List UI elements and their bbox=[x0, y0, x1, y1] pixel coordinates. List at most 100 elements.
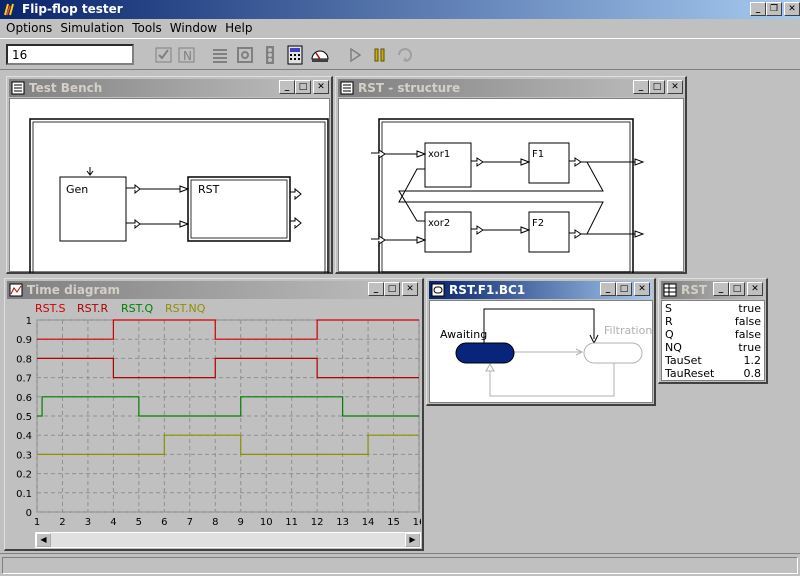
maximize-button[interactable]: □ bbox=[295, 80, 311, 94]
y-tick-label: 0.7 bbox=[16, 374, 32, 385]
minimize-button[interactable]: _ bbox=[279, 80, 295, 94]
time-diagram-title: Time diagram bbox=[27, 283, 121, 297]
param-name: TauSet bbox=[665, 354, 702, 367]
minimize-button[interactable]: _ bbox=[368, 282, 384, 296]
maximize-button[interactable]: □ bbox=[616, 282, 632, 296]
minimize-button[interactable]: _ bbox=[633, 80, 649, 94]
test-bench-window[interactable]: Test Bench _ □ ✕ Gen RST bbox=[6, 76, 333, 280]
menu-options[interactable]: Options bbox=[4, 19, 58, 38]
svg-text:N: N bbox=[183, 49, 192, 63]
xor1-label: xor1 bbox=[428, 149, 450, 160]
time-diagram-window[interactable]: Time diagram _ □ ✕ RST.S RST.R RST.Q RST… bbox=[4, 278, 425, 551]
param-name: NQ bbox=[665, 341, 682, 354]
f1-label: F1 bbox=[532, 149, 544, 160]
test-bench-titlebar[interactable]: Test Bench _ □ ✕ bbox=[9, 79, 329, 97]
y-tick-label: 0.5 bbox=[16, 412, 32, 423]
x-tick-label: 14 bbox=[362, 517, 375, 528]
menubar: Options Simulation Tools Window Help bbox=[0, 19, 800, 38]
close-button[interactable]: ✕ bbox=[634, 282, 650, 296]
table-icon bbox=[663, 283, 677, 297]
menu-simulation[interactable]: Simulation bbox=[58, 19, 130, 38]
rst-structure-canvas: xor1 xor2 F1 F2 bbox=[338, 98, 684, 276]
horizontal-scrollbar[interactable]: ◀ ▶ bbox=[35, 532, 421, 548]
x-tick-label: 10 bbox=[260, 517, 273, 528]
xor2-label: xor2 bbox=[428, 218, 450, 229]
param-value[interactable]: false bbox=[735, 328, 761, 341]
rst-structure-window[interactable]: RST - structure _ □ ✕ xor1 xor2 F1 F2 bbox=[335, 76, 687, 276]
maximize-button[interactable]: □ bbox=[649, 80, 665, 94]
x-tick-label: 2 bbox=[59, 517, 65, 528]
pause-icon[interactable] bbox=[370, 45, 390, 65]
table-row: Rfalse bbox=[665, 315, 761, 328]
x-tick-label: 3 bbox=[85, 517, 91, 528]
close-button[interactable]: ✕ bbox=[402, 282, 418, 296]
y-tick-label: 0.9 bbox=[16, 335, 32, 346]
menu-help[interactable]: Help bbox=[223, 19, 258, 38]
chart-icon bbox=[9, 283, 23, 297]
step-input[interactable] bbox=[6, 44, 134, 65]
param-value[interactable]: 1.2 bbox=[744, 354, 762, 367]
close-button[interactable]: ✕ bbox=[313, 80, 329, 94]
restore-button[interactable]: ❐ bbox=[766, 2, 782, 16]
x-tick-label: 12 bbox=[311, 517, 324, 528]
param-name: R bbox=[665, 315, 673, 328]
state-chart-title: RST.F1.BC1 bbox=[449, 283, 526, 297]
rst-panel-table: Strue Rfalse Qfalse NQ true TauSet 1.2 Tau… bbox=[661, 300, 765, 381]
play-icon[interactable] bbox=[345, 45, 365, 65]
rst-panel-title: RST bbox=[681, 283, 708, 297]
state-filtration[interactable] bbox=[583, 342, 643, 364]
gear-icon[interactable] bbox=[235, 45, 255, 65]
state-awaiting[interactable] bbox=[455, 342, 515, 364]
param-value[interactable]: false bbox=[735, 315, 761, 328]
list-icon[interactable] bbox=[210, 45, 230, 65]
state-awaiting-label: Awaiting bbox=[440, 328, 487, 341]
y-tick-label: 0.6 bbox=[16, 393, 32, 404]
scroll-left-button[interactable]: ◀ bbox=[36, 533, 51, 547]
calculator-icon[interactable] bbox=[285, 45, 305, 65]
rst-structure-diagram: xor1 xor2 F1 F2 bbox=[371, 118, 645, 276]
app-titlebar[interactable]: Flip-flop tester _ ❐ ✕ bbox=[0, 0, 800, 19]
scroll-right-button[interactable]: ▶ bbox=[405, 533, 420, 547]
window-icon bbox=[340, 81, 354, 95]
window-icon bbox=[11, 81, 25, 95]
test-bench-diagram: Gen RST bbox=[29, 118, 329, 280]
menu-window[interactable]: Window bbox=[168, 19, 223, 38]
rst-panel-window[interactable]: RST _ □ ✕ Strue Rfalse Qfalse NQ true Tau… bbox=[658, 278, 768, 384]
x-tick-label: 16 bbox=[413, 517, 421, 528]
step-icon[interactable] bbox=[395, 45, 415, 65]
minimize-button[interactable]: _ bbox=[600, 282, 616, 296]
menu-tools[interactable]: Tools bbox=[130, 19, 168, 38]
x-tick-label: 6 bbox=[161, 517, 167, 528]
time-diagram-chart: RST.S RST.R RST.Q RST.NQ 1 0.9 0.8 0.7 0.6 0.… bbox=[16, 302, 425, 528]
param-value[interactable]: true bbox=[738, 302, 761, 315]
close-button[interactable]: ✕ bbox=[667, 80, 683, 94]
app-icon bbox=[4, 3, 14, 16]
state-chart-canvas: Awaiting Filtration bbox=[429, 300, 653, 403]
y-tick-label: 0.4 bbox=[16, 431, 32, 442]
check-icon[interactable] bbox=[154, 45, 174, 65]
state-chart-window[interactable]: RST.F1.BC1 _ □ ✕ Awaiting Filtration bbox=[426, 278, 656, 406]
legend-rst-q: RST.Q bbox=[121, 302, 154, 315]
time-diagram-titlebar[interactable]: Time diagram _ □ ✕ bbox=[7, 281, 420, 299]
table-row: TauSet 1.2 bbox=[665, 354, 761, 367]
maximize-button[interactable]: □ bbox=[729, 282, 745, 296]
close-button[interactable]: ✕ bbox=[784, 2, 800, 16]
minimize-button[interactable]: _ bbox=[713, 282, 729, 296]
param-name: S bbox=[665, 302, 672, 315]
gauge-icon[interactable] bbox=[310, 45, 330, 65]
param-value[interactable]: 0.8 bbox=[744, 367, 762, 380]
minimize-button[interactable]: _ bbox=[750, 2, 766, 16]
n-icon[interactable]: N bbox=[177, 45, 197, 65]
traffic-light-icon[interactable] bbox=[260, 45, 280, 65]
f2-label: F2 bbox=[532, 218, 544, 229]
table-row: TauReset 0.8 bbox=[665, 367, 761, 380]
x-tick-label: 11 bbox=[285, 517, 298, 528]
legend-rst-nq: RST.NQ bbox=[165, 302, 206, 315]
state-chart-titlebar[interactable]: RST.F1.BC1 _ □ ✕ bbox=[429, 281, 652, 299]
close-button[interactable]: ✕ bbox=[747, 282, 763, 296]
rst-structure-titlebar[interactable]: RST - structure _ □ ✕ bbox=[338, 79, 683, 97]
rst-panel-titlebar[interactable]: RST _ □ ✕ bbox=[661, 281, 764, 299]
param-value[interactable]: true bbox=[738, 341, 761, 354]
maximize-button[interactable]: □ bbox=[384, 282, 400, 296]
table-row: Qfalse bbox=[665, 328, 761, 341]
